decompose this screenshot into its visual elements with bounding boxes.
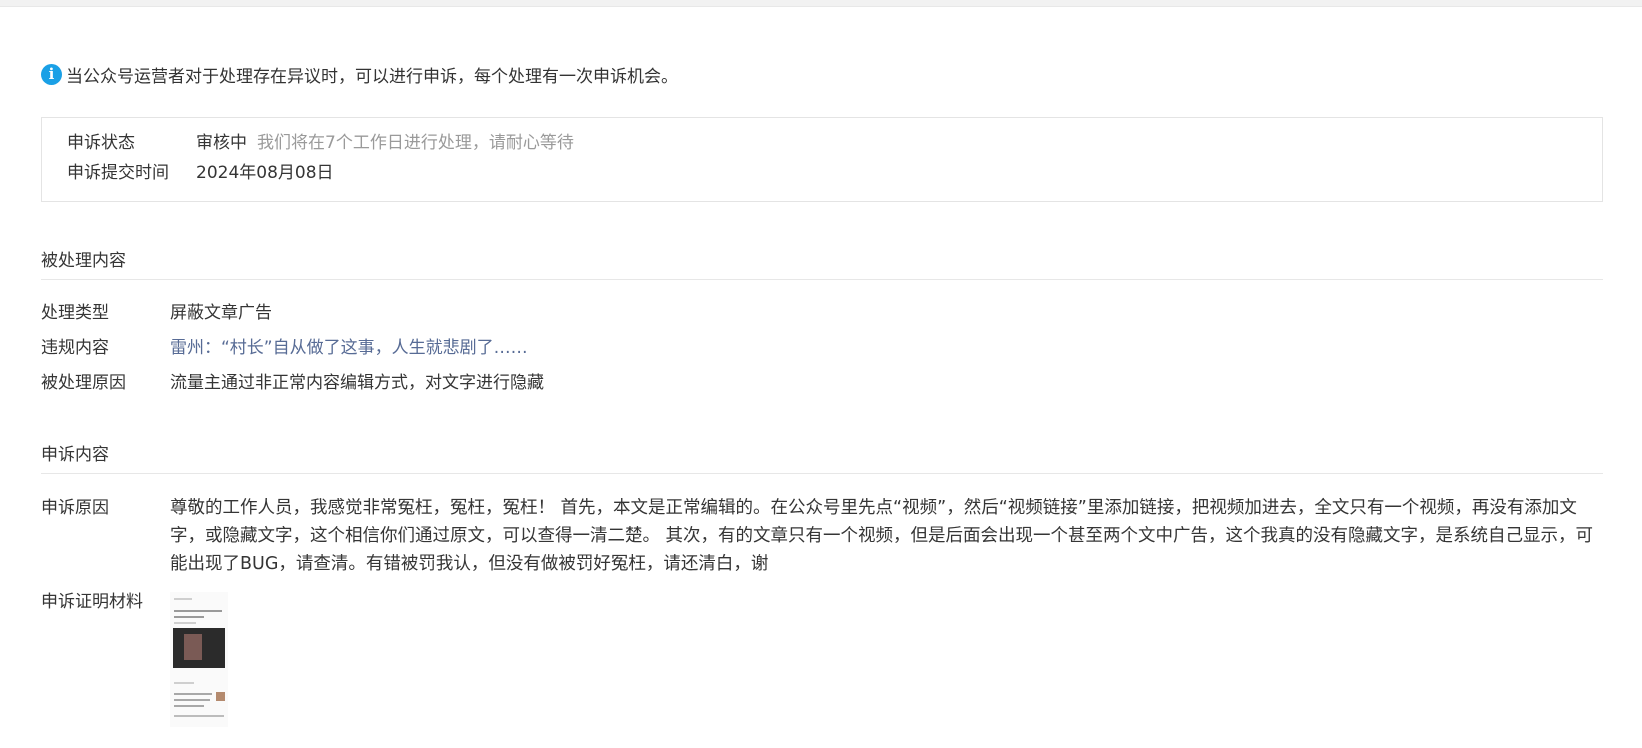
notice-text: 当公众号运营者对于处理存在异议时，可以进行申诉，每个处理有一次申诉机会。 (66, 66, 678, 87)
processed-section-title: 被处理内容 (41, 251, 126, 271)
submit-time-label: 申诉提交时间 (67, 163, 169, 183)
evidence-thumbnail[interactable] (170, 592, 228, 727)
thumb-title-line (174, 610, 222, 612)
submit-time-value: 2024年08月08日 (196, 163, 334, 183)
violation-article-link[interactable]: 雷州：“村长”自从做了这事，人生就悲剧了…… (170, 335, 528, 361)
violation-content-label: 违规内容 (41, 338, 109, 358)
appeal-status-box: 申诉状态 审核中 我们将在7个工作日进行处理，请耐心等待 申诉提交时间 2024年… (41, 117, 1603, 202)
processed-divider (41, 279, 1603, 280)
info-icon: i (41, 63, 62, 85)
top-strip (0, 0, 1642, 7)
status-label: 申诉状态 (67, 133, 135, 153)
thumb-text-line (174, 699, 210, 701)
thumb-avatar (216, 692, 225, 701)
appeal-reason-label: 申诉原因 (41, 498, 109, 518)
status-state: 审核中 (196, 133, 247, 153)
thumb-meta-line (174, 622, 196, 624)
thumb-status-bar (174, 598, 192, 600)
thumb-title-line (174, 616, 204, 618)
appeal-notice: i 当公众号运营者对于处理存在异议时，可以进行申诉，每个处理有一次申诉机会。 (41, 62, 678, 87)
process-type-label: 处理类型 (41, 303, 109, 323)
process-reason-value: 流量主通过非正常内容编辑方式，对文字进行隐藏 (170, 373, 544, 393)
status-hint: 我们将在7个工作日进行处理，请耐心等待 (257, 133, 574, 153)
status-value: 审核中 我们将在7个工作日进行处理，请耐心等待 (196, 130, 574, 156)
thumb-text-line (174, 705, 204, 707)
appeal-divider (41, 473, 1603, 474)
appeal-section-title: 申诉内容 (41, 445, 109, 465)
process-reason-label: 被处理原因 (41, 373, 126, 393)
process-type-value: 屏蔽文章广告 (170, 303, 272, 323)
thumb-photo-figure (184, 634, 202, 660)
thumb-text-line (174, 693, 212, 695)
evidence-label: 申诉证明材料 (41, 592, 143, 612)
appeal-reason-text: 尊敬的工作人员，我感觉非常冤枉，冤枉，冤枉！ 首先，本文是正常编辑的。在公众号里… (170, 498, 1594, 574)
thumb-text-line (174, 682, 194, 684)
thumb-footer-line (174, 715, 224, 717)
